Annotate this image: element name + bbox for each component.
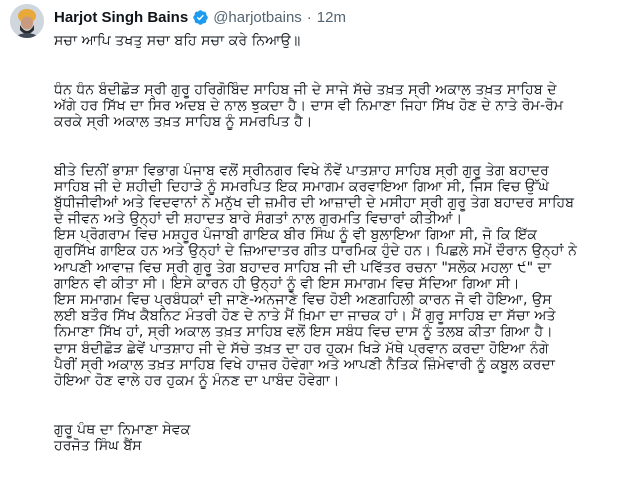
tweet-line: ਦੇ ਜੀਵਨ ਅਤੇ ਉਨ੍ਹਾਂ ਦੀ ਸ਼ਹਾਦਤ ਬਾਰੇ ਸੰਗਤਾਂ…	[54, 211, 463, 228]
tweet-line: ਪੈਰੀਂ ਸ੍ਰੀ ਅਕਾਲ ਤਖ਼ਤ ਸਾਹਿਬ ਵਿਖੇ ਹਾਜ਼ਰ ਹੋ…	[54, 356, 555, 373]
verified-badge-icon	[193, 9, 208, 25]
tweet-line	[54, 389, 630, 405]
avatar[interactable]	[10, 4, 44, 38]
tweet-line: ਗਾਇਨ ਵੀ ਕੀਤਾ ਸੀ। ਇਸੇ ਕਾਰਨ ਹੀ ਉਨ੍ਹਾਂ ਨੂੰ …	[54, 275, 520, 292]
tweet-line: ਲਈ ਬਤੌਰ ਸਿੱਖ ਕੈਬਨਿਟ ਮੰਤਰੀ ਹੋਣ ਦੇ ਨਾਤੇ ਮੈ…	[54, 308, 556, 325]
tweet-line: ਨਿਮਾਣਾ ਸਿੱਖ ਹਾਂ, ਸ੍ਰੀ ਅਕਾਲ ਤਖ਼ਤ ਸਾਹਿਬ ਵਲ…	[54, 324, 553, 341]
tweet-line: ਬੁੱਧੀਜੀਵੀਆਂ ਅਤੇ ਵਿਦਵਾਨਾਂ ਨੇ ਮਨੁੱਖ ਦੀ ਜ਼ਮ…	[54, 194, 575, 211]
tweet-line: ਧੰਨ ਧੰਨ ਬੰਦੀਛੋੜ ਸ੍ਰੀ ਗੁਰੂ ਹਰਿਗੋਬਿੰਦ ਸਾਹਿ…	[54, 81, 557, 98]
tweet-line: ਇਸ ਸਮਾਗਮ ਵਿਚ ਪ੍ਰਬੰਧਕਾਂ ਦੀ ਜਾਣੇ-ਅਨਜਾਣੇ ਵਿ…	[54, 292, 552, 308]
tweet-line: ਦਾਸ ਬੰਦੀਛੋੜ ਛੇਵੇਂ ਪਾਤਸ਼ਾਹ ਜੀ ਦੇ ਸੱਚੇ ਤਖ਼…	[54, 340, 549, 357]
tweet-line: ਇਸ ਪ੍ਰੋਗਰਾਮ ਵਿਚ ਮਸ਼ਹੂਰ ਪੰਜਾਬੀ ਗਾਇਕ ਬੀਰ ਸ…	[54, 227, 538, 244]
tweet-line: ਗੁਰਸਿੱਖ ਗਾਇਕ ਹਨ ਅਤੇ ਉਨ੍ਹਾਂ ਦੇ ਜ਼ਿਆਦਾਤਰ ਗ…	[54, 243, 578, 260]
tweet-line: ਅੱਗੇ ਹਰ ਸਿੱਖ ਦਾ ਸਿਰ ਅਦਬ ਦੇ ਨਾਲ ਝੁਕਦਾ ਹੈ।…	[54, 97, 564, 114]
avatar-photo	[10, 4, 44, 38]
tweet-line: ਆਪਣੀ ਆਵਾਜ਼ ਵਿਚ ਸ੍ਰੀ ਗੁਰੂ ਤੇਗ ਬਹਾਦਰ ਸਾਹਿਬ…	[54, 259, 552, 276]
tweet-line: ਸਾਹਿਬ ਜੀ ਦੇ ਸ਼ਹੀਦੀ ਦਿਹਾੜੇ ਨੂੰ ਸਮਰਪਿਤ ਇਕ …	[54, 178, 550, 195]
tweet: Harjot Singh Bains @harjotbains · 12m ਸਚ…	[0, 0, 640, 480]
timestamp[interactable]: 12m	[317, 9, 346, 26]
signature-name: ਹਰਜੋਤ ਸਿੰਘ ਬੈਂਸ	[54, 437, 142, 454]
tweet-header: Harjot Singh Bains @harjotbains · 12m	[54, 7, 346, 27]
tweet-line: ਹੋਇਆ ਹੋਣ ਵਾਲੇ ਹਰ ਹੁਕਮ ਨੂੰ ਮੰਨਣ ਦਾ ਪਾਬੰਦ …	[54, 372, 340, 389]
author-handle[interactable]: @harjotbains	[213, 9, 302, 26]
tweet-text: ਸਚਾ ਆਪਿ ਤਖਤੁ ਸਚਾ ਬਹਿ ਸਚਾ ਕਰੇ ਨਿਆਉ॥ ਧੰਨ ਧ…	[54, 33, 630, 454]
author-name[interactable]: Harjot Singh Bains	[54, 9, 188, 26]
tweet-line: ਕਰਕੇ ਸ੍ਰੀ ਅਕਾਲ ਤਖ਼ਤ ਸਾਹਿਬ ਨੂੰ ਸਮਰਪਿਤ ਹੈ।	[54, 113, 313, 130]
signature-line: ਗੁਰੂ ਪੰਥ ਦਾ ਨਿਮਾਣਾ ਸੇਵਕ	[54, 421, 191, 438]
tweet-line: ਬੀਤੇ ਦਿਨੀਂ ਭਾਸ਼ਾ ਵਿਭਾਗ ਪੰਜਾਬ ਵਲੋਂ ਸ੍ਰੀਨਗ…	[54, 162, 549, 179]
tweet-line: ਸਚਾ ਆਪਿ ਤਖਤੁ ਸਚਾ ਬਹਿ ਸਚਾ ਕਰੇ ਨਿਆਉ॥	[54, 33, 301, 49]
separator-dot: ·	[306, 8, 312, 26]
